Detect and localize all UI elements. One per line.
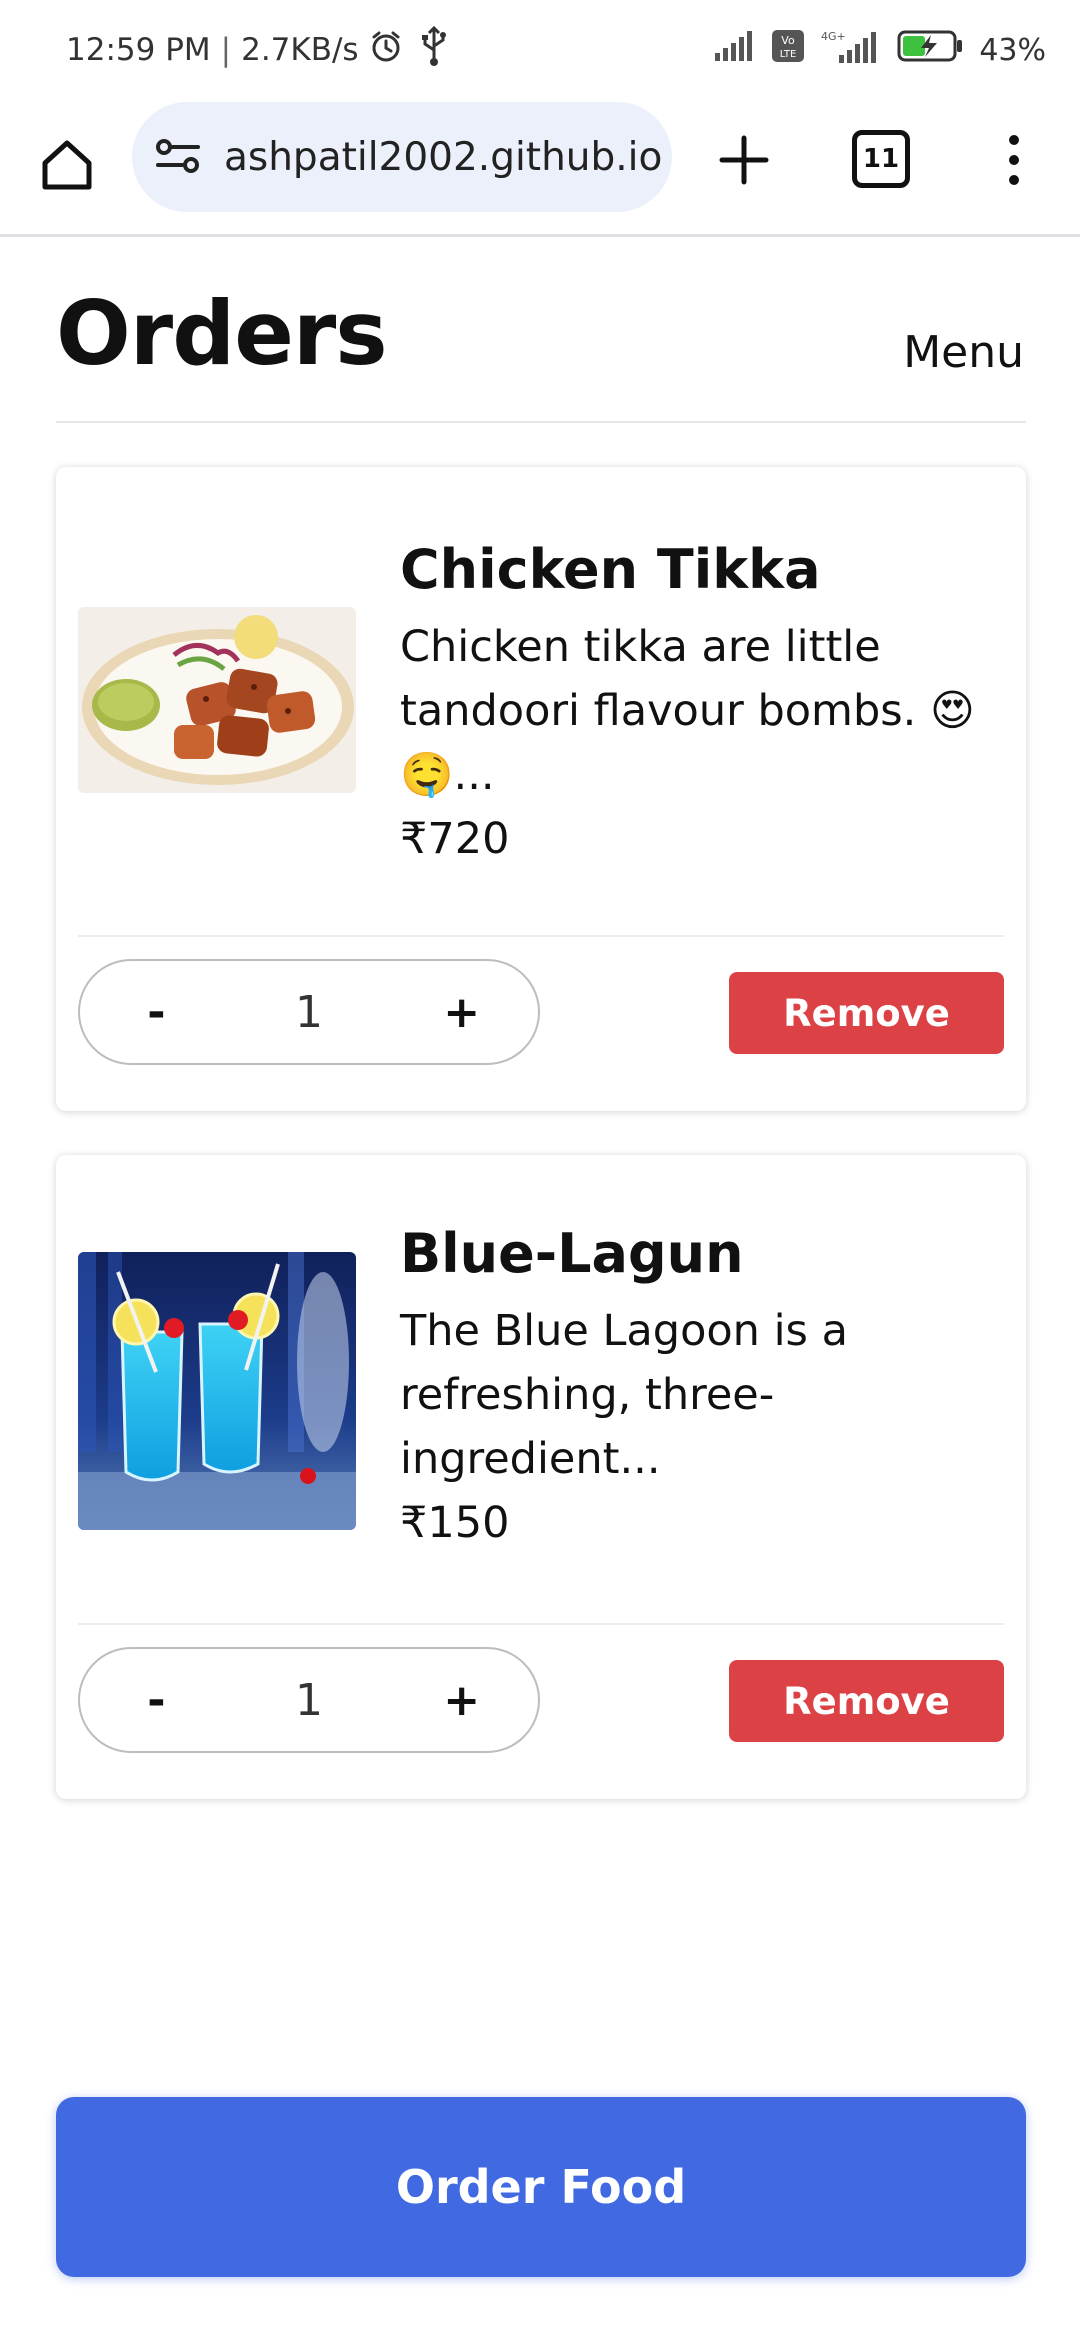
status-right: Vo LTE 4G+ 43%	[713, 29, 1046, 71]
status-separator: |	[220, 32, 232, 68]
home-button[interactable]	[36, 136, 98, 198]
item-name: Chicken Tikka	[400, 538, 821, 601]
new-tab-button[interactable]	[712, 130, 776, 194]
toolbar-divider	[0, 234, 1080, 237]
battery-charging-icon	[897, 29, 963, 71]
remove-button[interactable]: Remove	[729, 972, 1004, 1054]
svg-text:Vo: Vo	[782, 34, 796, 47]
new-tab-icon	[718, 134, 770, 190]
blue-lagoon-drinks-image	[78, 1252, 356, 1530]
item-price: ₹720	[400, 814, 510, 865]
url-text[interactable]: ashpatil2002.github.io	[224, 135, 662, 180]
quantity-stepper: - 1 +	[78, 1647, 540, 1753]
more-options-button[interactable]	[994, 130, 1034, 194]
home-icon	[39, 137, 95, 197]
tab-count: 11	[862, 144, 900, 174]
order-card: Blue-Lagun The Blue Lagoon is a refreshi…	[56, 1155, 1026, 1799]
remove-button[interactable]: Remove	[729, 1660, 1004, 1742]
quantity-stepper: - 1 +	[78, 959, 540, 1065]
increment-button[interactable]: +	[417, 1675, 507, 1726]
network-speed: 2.7KB/s	[241, 32, 359, 68]
header-divider	[56, 421, 1026, 423]
battery-percent: 43%	[979, 32, 1046, 68]
order-food-button[interactable]: Order Food	[56, 2097, 1026, 2277]
decrement-button[interactable]: -	[111, 1675, 201, 1726]
item-price: ₹150	[400, 1498, 510, 1549]
increment-button[interactable]: +	[417, 987, 507, 1038]
card-divider	[78, 935, 1004, 937]
signal-4g-icon: 4G+	[821, 29, 881, 71]
status-left-icons	[369, 25, 447, 74]
item-description: The Blue Lagoon is a refreshing, three-i…	[400, 1306, 848, 1485]
status-bar: 12:59 PM | 2.7KB/s Vo LTE 4G+ 43%	[0, 0, 1080, 100]
menu-link[interactable]: Menu	[903, 327, 1024, 378]
site-settings-icon[interactable]	[154, 136, 206, 178]
item-description: Chicken tikka are little tandoori flavou…	[400, 622, 975, 801]
card-body: Blue-Lagun The Blue Lagoon is a refreshi…	[400, 1222, 1000, 1555]
tabs-button[interactable]: 11	[852, 130, 910, 188]
item-name: Blue-Lagun	[400, 1222, 744, 1285]
address-bar[interactable]: ashpatil2002.github.io	[132, 102, 672, 212]
quantity-value: 1	[294, 1674, 323, 1726]
usb-icon	[421, 25, 447, 74]
chicken-tikka-plate-image	[78, 607, 356, 793]
volte-icon: Vo LTE	[771, 29, 805, 71]
card-divider	[78, 1623, 1004, 1625]
svg-text:LTE: LTE	[780, 49, 797, 60]
card-body: Chicken Tikka Chicken tikka are little t…	[400, 538, 1000, 871]
more-options-icon	[1006, 134, 1022, 190]
page-title: Orders	[56, 282, 388, 385]
decrement-button[interactable]: -	[111, 987, 201, 1038]
status-time: 12:59 PM	[66, 32, 211, 68]
order-card: Chicken Tikka Chicken tikka are little t…	[56, 467, 1026, 1111]
alarm-icon	[369, 29, 403, 71]
signal-icon	[713, 31, 755, 69]
svg-text:4G+: 4G+	[821, 30, 846, 43]
quantity-value: 1	[294, 986, 323, 1038]
status-left: 12:59 PM | 2.7KB/s	[66, 25, 447, 74]
